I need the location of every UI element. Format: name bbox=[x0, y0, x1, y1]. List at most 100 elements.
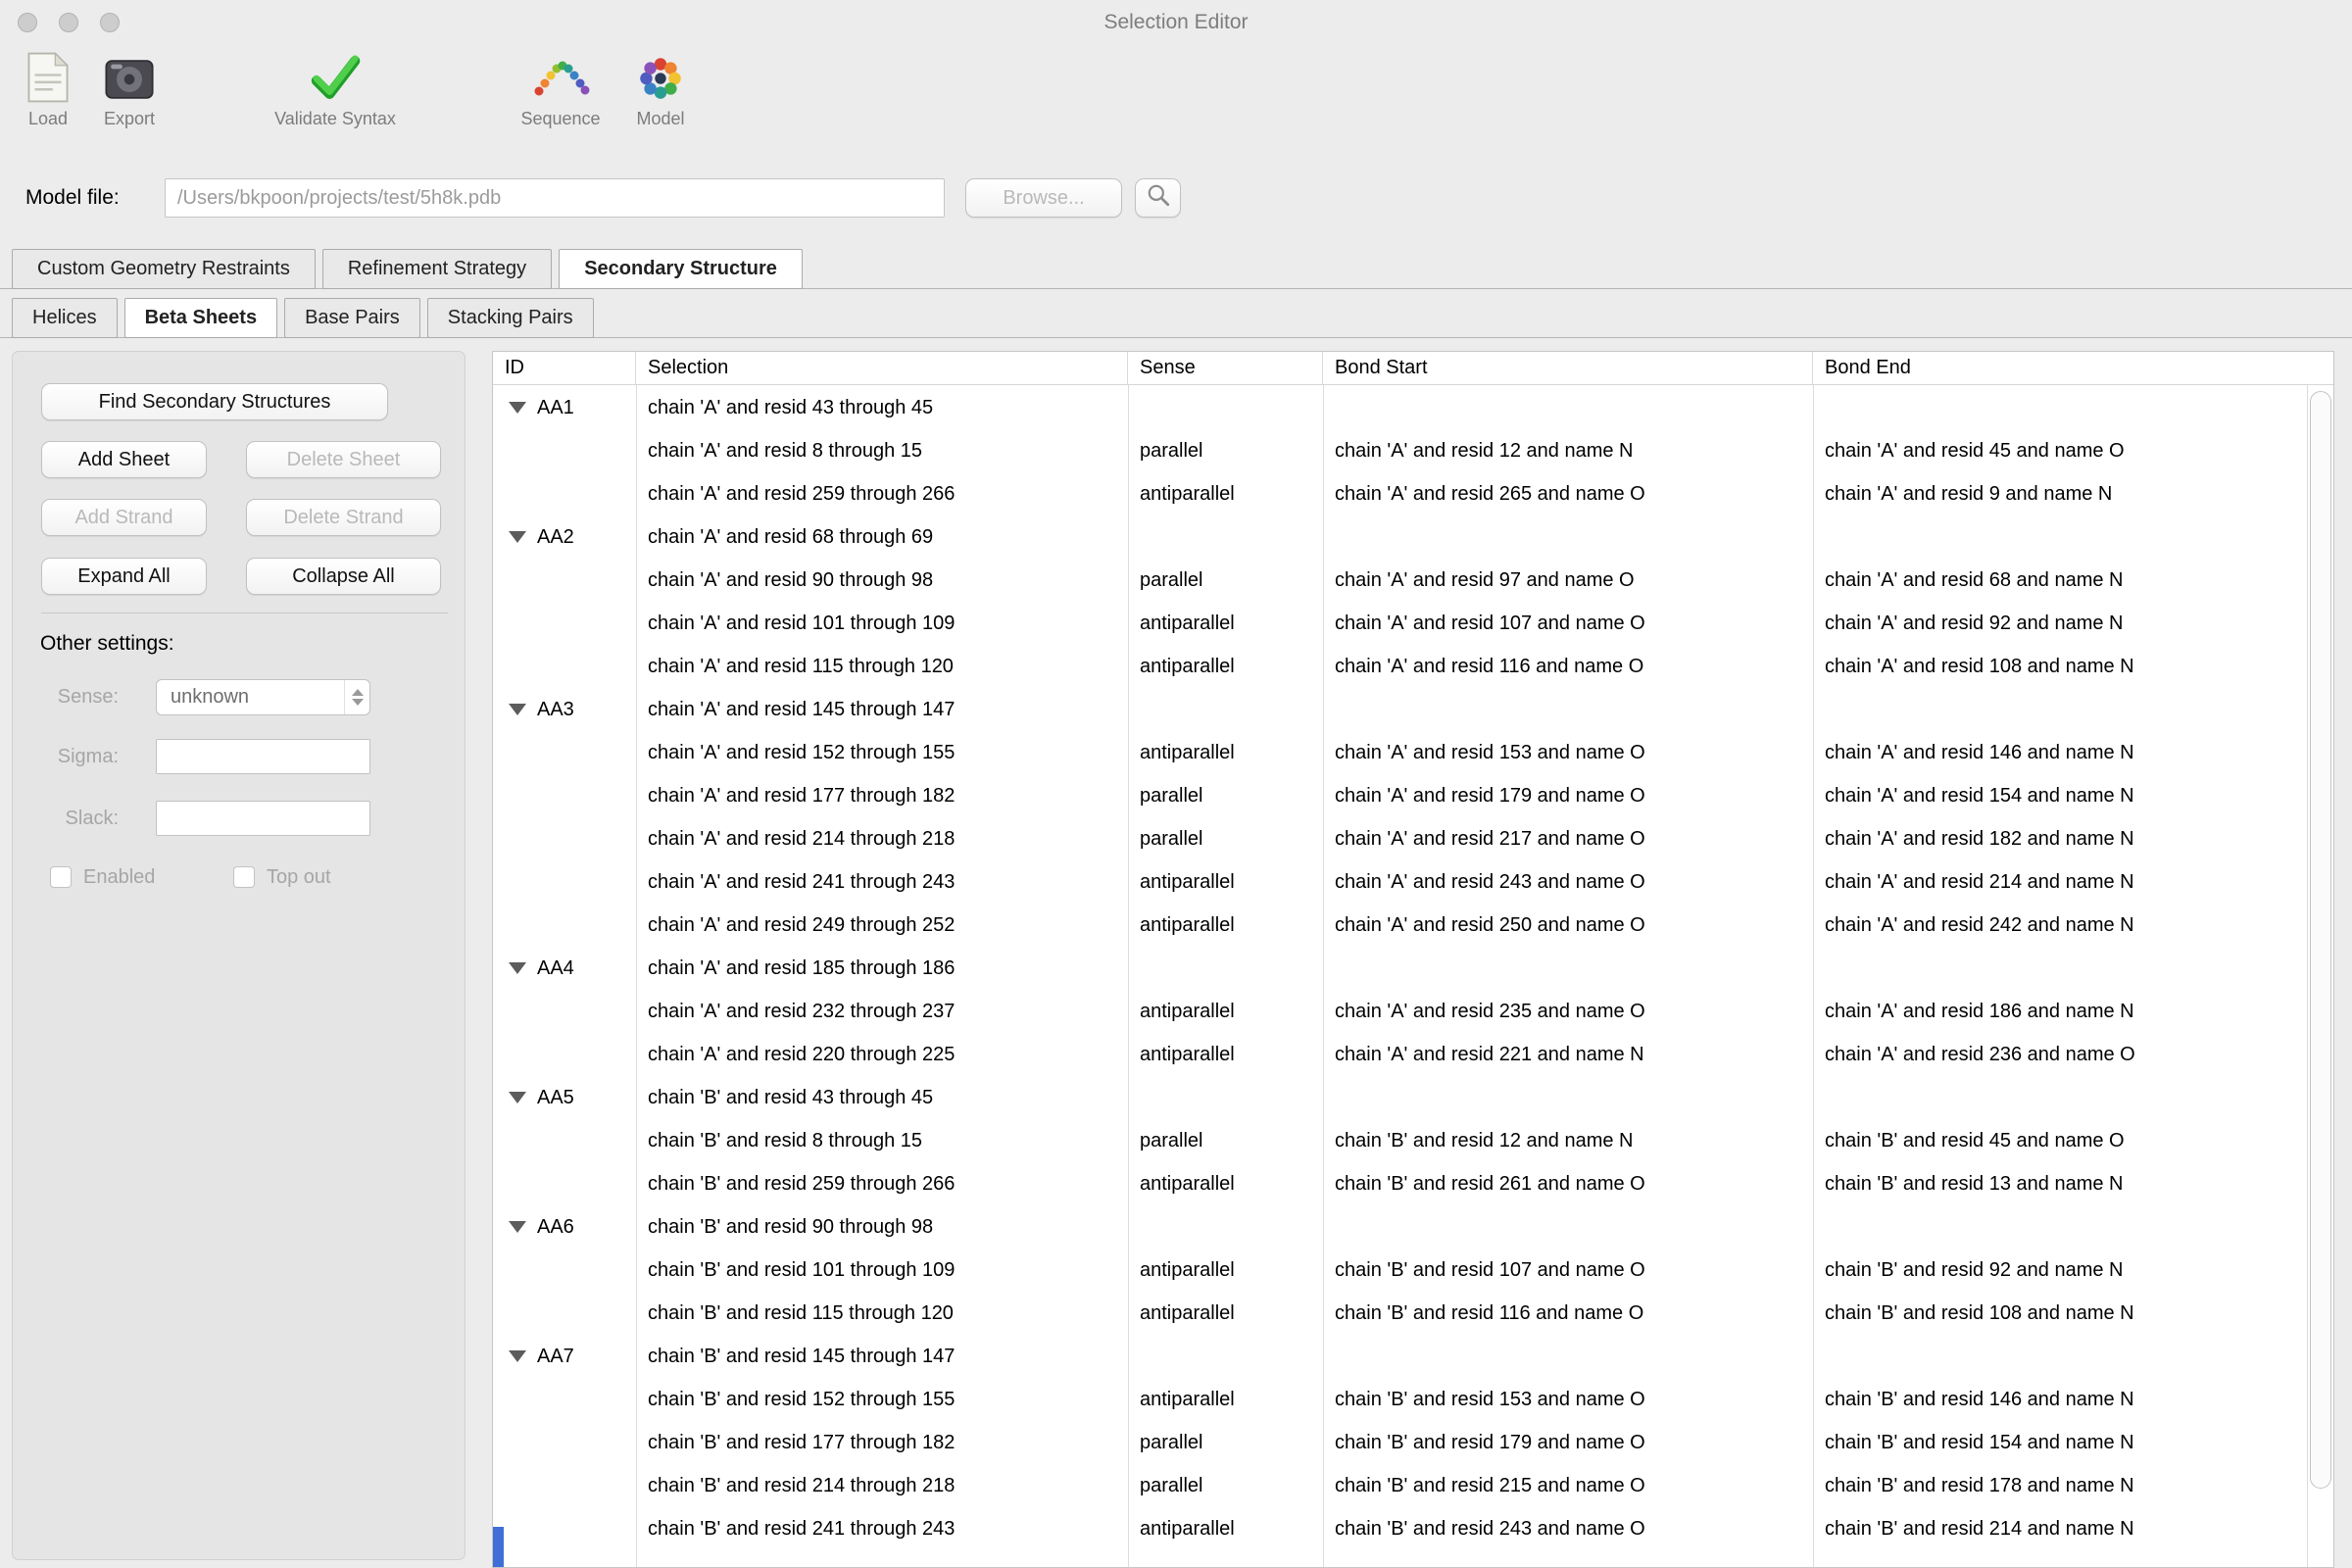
table-row[interactable]: AA1 chain 'A' and resid 43 through 45 bbox=[493, 386, 2333, 429]
row-sense: parallel bbox=[1128, 440, 1323, 463]
table-row[interactable]: chain 'B' and resid 101 through 109 anti… bbox=[493, 1249, 2333, 1292]
disclosure-triangle-icon[interactable] bbox=[509, 1350, 526, 1362]
table-row[interactable]: chain 'A' and resid 249 through 252 anti… bbox=[493, 904, 2333, 947]
column-header-bond-end[interactable]: Bond End bbox=[1813, 352, 2333, 384]
row-bond-end: chain 'A' and resid 9 and name N bbox=[1813, 483, 2333, 506]
row-bond-start: chain 'A' and resid 179 and name O bbox=[1323, 785, 1813, 808]
table-row[interactable]: AA4 chain 'A' and resid 185 through 186 bbox=[493, 947, 2333, 990]
column-header-selection[interactable]: Selection bbox=[636, 352, 1128, 384]
browse-button[interactable]: Browse... bbox=[965, 178, 1122, 218]
table-row[interactable]: chain 'B' and resid 8 through 15 paralle… bbox=[493, 1119, 2333, 1162]
row-bond-start: chain 'A' and resid 250 and name O bbox=[1323, 914, 1813, 937]
disclosure-triangle-icon[interactable] bbox=[509, 704, 526, 715]
tab-helices[interactable]: Helices bbox=[12, 298, 118, 338]
table-row[interactable]: chain 'A' and resid 8 through 15 paralle… bbox=[493, 429, 2333, 472]
tab-secondary-structure[interactable]: Secondary Structure bbox=[559, 249, 803, 289]
tab-custom-geometry-restraints[interactable]: Custom Geometry Restraints bbox=[12, 249, 316, 289]
row-sense: parallel bbox=[1128, 569, 1323, 592]
sequence-button[interactable]: Sequence bbox=[512, 47, 610, 129]
table-row[interactable]: chain 'A' and resid 232 through 237 anti… bbox=[493, 990, 2333, 1033]
slack-input[interactable] bbox=[156, 801, 370, 836]
row-selection: chain 'A' and resid 220 through 225 bbox=[636, 1044, 1128, 1066]
table-row[interactable]: chain 'A' and resid 214 through 218 para… bbox=[493, 817, 2333, 860]
validate-syntax-button[interactable]: Validate Syntax bbox=[257, 47, 414, 129]
table-row[interactable]: AA3 chain 'A' and resid 145 through 147 bbox=[493, 688, 2333, 731]
table-row[interactable]: chain 'B' and resid 241 through 243 anti… bbox=[493, 1507, 2333, 1550]
load-button[interactable]: Load bbox=[19, 47, 77, 129]
table-row[interactable]: AA2 chain 'A' and resid 68 through 69 bbox=[493, 515, 2333, 559]
row-bond-start: chain 'A' and resid 97 and name O bbox=[1323, 569, 1813, 592]
controls-panel: Find Secondary Structures Add Sheet Dele… bbox=[12, 351, 466, 1560]
minimize-button[interactable] bbox=[59, 13, 78, 32]
row-selection: chain 'A' and resid 68 through 69 bbox=[636, 526, 1128, 549]
row-sense: parallel bbox=[1128, 828, 1323, 851]
top-out-checkbox[interactable] bbox=[233, 866, 255, 888]
row-bond-end: chain 'A' and resid 92 and name N bbox=[1813, 612, 2333, 635]
table-row[interactable]: chain 'B' and resid 177 through 182 para… bbox=[493, 1421, 2333, 1464]
row-sense: antiparallel bbox=[1128, 1389, 1323, 1411]
disclosure-triangle-icon[interactable] bbox=[509, 402, 526, 414]
table-row[interactable]: chain 'A' and resid 241 through 243 anti… bbox=[493, 860, 2333, 904]
column-header-sense[interactable]: Sense bbox=[1128, 352, 1323, 384]
table-row[interactable]: chain 'A' and resid 90 through 98 parall… bbox=[493, 559, 2333, 602]
row-selection: chain 'A' and resid 90 through 98 bbox=[636, 569, 1128, 592]
checkmark-icon bbox=[308, 47, 363, 104]
disclosure-triangle-icon[interactable] bbox=[509, 962, 526, 974]
table-body: AA1 chain 'A' and resid 43 through 45 ch… bbox=[493, 386, 2333, 1550]
enabled-checkbox[interactable] bbox=[50, 866, 72, 888]
table-row[interactable]: AA6 chain 'B' and resid 90 through 98 bbox=[493, 1205, 2333, 1249]
column-header-bond-start[interactable]: Bond Start bbox=[1323, 352, 1813, 384]
row-selection: chain 'A' and resid 177 through 182 bbox=[636, 785, 1128, 808]
disclosure-triangle-icon[interactable] bbox=[509, 1092, 526, 1103]
model-button[interactable]: Model bbox=[621, 47, 700, 129]
load-icon bbox=[26, 47, 70, 104]
model-file-input[interactable] bbox=[165, 178, 945, 218]
table-row[interactable]: chain 'B' and resid 152 through 155 anti… bbox=[493, 1378, 2333, 1421]
row-sense: parallel bbox=[1128, 785, 1323, 808]
export-button[interactable]: Export bbox=[100, 47, 159, 129]
tab-stacking-pairs[interactable]: Stacking Pairs bbox=[427, 298, 594, 338]
export-label: Export bbox=[104, 109, 155, 129]
find-secondary-structures-button[interactable]: Find Secondary Structures bbox=[41, 383, 388, 420]
collapse-all-button[interactable]: Collapse All bbox=[246, 558, 441, 595]
row-selection: chain 'A' and resid 152 through 155 bbox=[636, 742, 1128, 764]
row-selection: chain 'B' and resid 115 through 120 bbox=[636, 1302, 1128, 1325]
zoom-button[interactable] bbox=[100, 13, 120, 32]
row-selection: chain 'A' and resid 115 through 120 bbox=[636, 656, 1128, 678]
stepper-arrows-icon bbox=[344, 680, 369, 714]
row-id: AA5 bbox=[537, 1087, 574, 1109]
table-row[interactable]: AA7 chain 'B' and resid 145 through 147 bbox=[493, 1335, 2333, 1378]
sense-dropdown[interactable]: unknown bbox=[156, 679, 370, 715]
sequence-icon bbox=[531, 47, 590, 104]
table-row[interactable]: chain 'B' and resid 259 through 266 anti… bbox=[493, 1162, 2333, 1205]
row-bond-start: chain 'B' and resid 261 and name O bbox=[1323, 1173, 1813, 1196]
add-sheet-button[interactable]: Add Sheet bbox=[41, 441, 207, 478]
table-row[interactable]: AA5 chain 'B' and resid 43 through 45 bbox=[493, 1076, 2333, 1119]
expand-all-button[interactable]: Expand All bbox=[41, 558, 207, 595]
row-bond-end: chain 'A' and resid 236 and name O bbox=[1813, 1044, 2333, 1066]
table-row[interactable]: chain 'A' and resid 115 through 120 anti… bbox=[493, 645, 2333, 688]
table-row[interactable]: chain 'B' and resid 214 through 218 para… bbox=[493, 1464, 2333, 1507]
row-bond-end: chain 'B' and resid 214 and name N bbox=[1813, 1518, 2333, 1541]
model-file-label: Model file: bbox=[25, 186, 120, 210]
table-row[interactable]: chain 'B' and resid 115 through 120 anti… bbox=[493, 1292, 2333, 1335]
table-row[interactable]: chain 'A' and resid 259 through 266 anti… bbox=[493, 472, 2333, 515]
sigma-input[interactable] bbox=[156, 739, 370, 774]
table-row[interactable]: chain 'A' and resid 177 through 182 para… bbox=[493, 774, 2333, 817]
table-row[interactable]: chain 'A' and resid 152 through 155 anti… bbox=[493, 731, 2333, 774]
sense-value: unknown bbox=[157, 686, 344, 709]
column-header-id[interactable]: ID bbox=[493, 352, 636, 384]
tab-base-pairs[interactable]: Base Pairs bbox=[284, 298, 420, 338]
vertical-scrollbar[interactable] bbox=[2310, 391, 2331, 1489]
tab-beta-sheets[interactable]: Beta Sheets bbox=[124, 298, 278, 338]
row-bond-end: chain 'A' and resid 108 and name N bbox=[1813, 656, 2333, 678]
close-button[interactable] bbox=[18, 13, 37, 32]
disclosure-triangle-icon[interactable] bbox=[509, 1221, 526, 1233]
disclosure-triangle-icon[interactable] bbox=[509, 531, 526, 543]
row-sense: antiparallel bbox=[1128, 742, 1323, 764]
row-id: AA2 bbox=[537, 526, 574, 549]
tab-refinement-strategy[interactable]: Refinement Strategy bbox=[322, 249, 552, 289]
search-button[interactable] bbox=[1135, 178, 1181, 218]
table-row[interactable]: chain 'A' and resid 220 through 225 anti… bbox=[493, 1033, 2333, 1076]
table-row[interactable]: chain 'A' and resid 101 through 109 anti… bbox=[493, 602, 2333, 645]
